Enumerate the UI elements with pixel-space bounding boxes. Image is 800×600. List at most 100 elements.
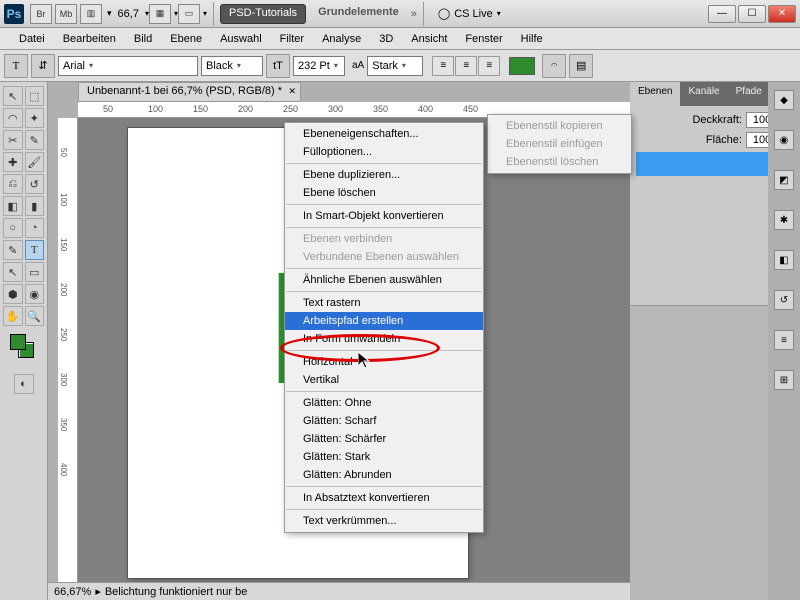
text-orientation-button[interactable]: ⇵ bbox=[31, 54, 55, 78]
3d-camera-tool[interactable]: ◉ bbox=[25, 284, 45, 304]
workspace-more-icon[interactable]: » bbox=[411, 8, 417, 20]
menu-auswahl[interactable]: Auswahl bbox=[211, 30, 271, 48]
ruler-tick: 300 bbox=[328, 104, 343, 114]
panel-icon-adjust[interactable]: ◩ bbox=[774, 170, 794, 190]
panel-icon-actions[interactable]: ⊞ bbox=[774, 370, 794, 390]
screen-arrow-icon[interactable]: ▾ bbox=[203, 9, 207, 18]
arrange-arrow-icon[interactable]: ▾ bbox=[107, 8, 112, 19]
menu-bild[interactable]: Bild bbox=[125, 30, 161, 48]
ctx-item[interactable]: Arbeitspfad erstellen bbox=[285, 312, 483, 330]
zoom-level[interactable]: 66,7 bbox=[118, 8, 139, 20]
ctx-item[interactable]: In Form umwandeln bbox=[285, 330, 483, 348]
panel-tab-ebenen[interactable]: Ebenen bbox=[630, 82, 680, 106]
document-tab[interactable]: Unbenannt-1 bei 66,7% (PSD, RGB/8) * ✕ bbox=[78, 82, 301, 102]
antialias-dropdown[interactable]: Stark bbox=[367, 56, 423, 76]
bridge-button[interactable]: Br bbox=[30, 4, 52, 24]
ctx-item[interactable]: Text rastern bbox=[285, 294, 483, 312]
history-brush-tool[interactable]: ↺ bbox=[25, 174, 45, 194]
ruler-tick: 150 bbox=[59, 238, 68, 251]
menu-filter[interactable]: Filter bbox=[271, 30, 313, 48]
align-left-button[interactable]: ≡ bbox=[432, 56, 454, 76]
path-select-tool[interactable]: ↖ bbox=[3, 262, 23, 282]
ctx-item[interactable]: Vertikal bbox=[285, 371, 483, 389]
gradient-tool[interactable]: ▮ bbox=[25, 196, 45, 216]
type-tool[interactable]: T bbox=[25, 240, 45, 260]
ctx-item[interactable]: Glätten: Scharf bbox=[285, 412, 483, 430]
eraser-tool[interactable]: ◧ bbox=[3, 196, 23, 216]
text-color-swatch[interactable] bbox=[509, 57, 535, 75]
menu-hilfe[interactable]: Hilfe bbox=[512, 30, 552, 48]
ctx-item[interactable]: Ähnliche Ebenen auswählen bbox=[285, 271, 483, 289]
screen-mode-button[interactable]: ▭ bbox=[178, 4, 200, 24]
ctx-item[interactable]: Glätten: Ohne bbox=[285, 394, 483, 412]
font-size-dropdown[interactable]: 232 Pt bbox=[293, 56, 345, 76]
close-button[interactable]: ✕ bbox=[768, 5, 796, 23]
menu-3d[interactable]: 3D bbox=[370, 30, 402, 48]
heal-tool[interactable]: ✚ bbox=[3, 152, 23, 172]
3d-tool[interactable]: ⬢ bbox=[3, 284, 23, 304]
panel-icon-brush[interactable]: ✱ bbox=[774, 210, 794, 230]
panel-icon-history[interactable]: ↺ bbox=[774, 290, 794, 310]
menu-bearbeiten[interactable]: Bearbeiten bbox=[54, 30, 125, 48]
crop-tool[interactable]: ✂ bbox=[3, 130, 23, 150]
foreground-swatch[interactable] bbox=[10, 334, 26, 350]
ctx-item[interactable]: Glätten: Abrunden bbox=[285, 466, 483, 484]
quickmask-button[interactable]: ◐ bbox=[14, 374, 34, 394]
close-tab-icon[interactable]: ✕ bbox=[289, 86, 297, 97]
menu-fenster[interactable]: Fenster bbox=[456, 30, 511, 48]
ctx-item[interactable]: Ebene duplizieren... bbox=[285, 166, 483, 184]
panel-tab-pfade[interactable]: Pfade bbox=[728, 82, 770, 106]
stamp-tool[interactable]: ⎌ bbox=[3, 174, 23, 194]
eyedropper-tool[interactable]: ✎ bbox=[25, 130, 45, 150]
lasso-tool[interactable]: ◠ bbox=[3, 108, 23, 128]
align-right-button[interactable]: ≡ bbox=[478, 56, 500, 76]
zoom-tool[interactable]: 🔍 bbox=[25, 306, 45, 326]
blur-tool[interactable]: ○ bbox=[3, 218, 23, 238]
panel-tab-kanäle[interactable]: Kanäle bbox=[680, 82, 727, 106]
panel-icon-color[interactable]: ◆ bbox=[774, 90, 794, 110]
view-extras-button[interactable]: ▦ bbox=[149, 4, 171, 24]
warp-text-button[interactable]: 𝄐 bbox=[542, 54, 566, 78]
cslive-arrow-icon: ▾ bbox=[497, 9, 501, 18]
menu-separator bbox=[286, 391, 482, 392]
layout-button[interactable]: ▥ bbox=[80, 4, 102, 24]
menu-datei[interactable]: Datei bbox=[10, 30, 54, 48]
ctx-item[interactable]: In Absatztext konvertieren bbox=[285, 489, 483, 507]
menu-ansicht[interactable]: Ansicht bbox=[402, 30, 456, 48]
panel-icon-info[interactable]: ≡ bbox=[774, 330, 794, 350]
color-swatches[interactable] bbox=[2, 334, 45, 364]
panel-icon-swatches[interactable]: ◉ bbox=[774, 130, 794, 150]
cslive-button[interactable]: ◯ CS Live ▾ bbox=[430, 7, 509, 20]
ctx-item[interactable]: Glätten: Schärfer bbox=[285, 430, 483, 448]
ctx-item[interactable]: Ebene löschen bbox=[285, 184, 483, 202]
ruler-vertical: 50100150200250300350400 bbox=[58, 118, 78, 582]
ctx-item[interactable]: Fülloptionen... bbox=[285, 143, 483, 161]
maximize-button[interactable]: ☐ bbox=[738, 5, 766, 23]
pen-tool[interactable]: ✎ bbox=[3, 240, 23, 260]
font-style-dropdown[interactable]: Black bbox=[201, 56, 263, 76]
hand-tool[interactable]: ✋ bbox=[3, 306, 23, 326]
ctx-item[interactable]: Horizontal bbox=[285, 353, 483, 371]
ctx-item[interactable]: Text verkrümmen... bbox=[285, 512, 483, 530]
menu-analyse[interactable]: Analyse bbox=[313, 30, 370, 48]
workspace-grundelemente-button[interactable]: Grundelemente bbox=[310, 4, 407, 24]
status-zoom[interactable]: 66,67% bbox=[54, 586, 91, 598]
menu-ebene[interactable]: Ebene bbox=[161, 30, 211, 48]
ctx-item[interactable]: Glätten: Stark bbox=[285, 448, 483, 466]
dodge-tool[interactable]: ◔ bbox=[25, 218, 45, 238]
marquee-tool[interactable]: ⬚ bbox=[25, 86, 45, 106]
align-center-button[interactable]: ≡ bbox=[455, 56, 477, 76]
panel-icon-styles[interactable]: ◧ bbox=[774, 250, 794, 270]
wand-tool[interactable]: ✦ bbox=[25, 108, 45, 128]
font-family-dropdown[interactable]: Arial bbox=[58, 56, 198, 76]
move-tool[interactable]: ↖ bbox=[3, 86, 23, 106]
ctx-item[interactable]: Ebeneneigenschaften... bbox=[285, 125, 483, 143]
minimize-button[interactable]: — bbox=[708, 5, 736, 23]
shape-tool[interactable]: ▭ bbox=[25, 262, 45, 282]
brush-tool[interactable]: 🖌 bbox=[25, 152, 45, 172]
minibridge-button[interactable]: Mb bbox=[55, 4, 77, 24]
ctx-item[interactable]: In Smart-Objekt konvertieren bbox=[285, 207, 483, 225]
ruler-tick: 150 bbox=[193, 104, 208, 114]
workspace-psdtutorials-button[interactable]: PSD-Tutorials bbox=[220, 4, 306, 24]
character-panel-button[interactable]: ▤ bbox=[569, 54, 593, 78]
